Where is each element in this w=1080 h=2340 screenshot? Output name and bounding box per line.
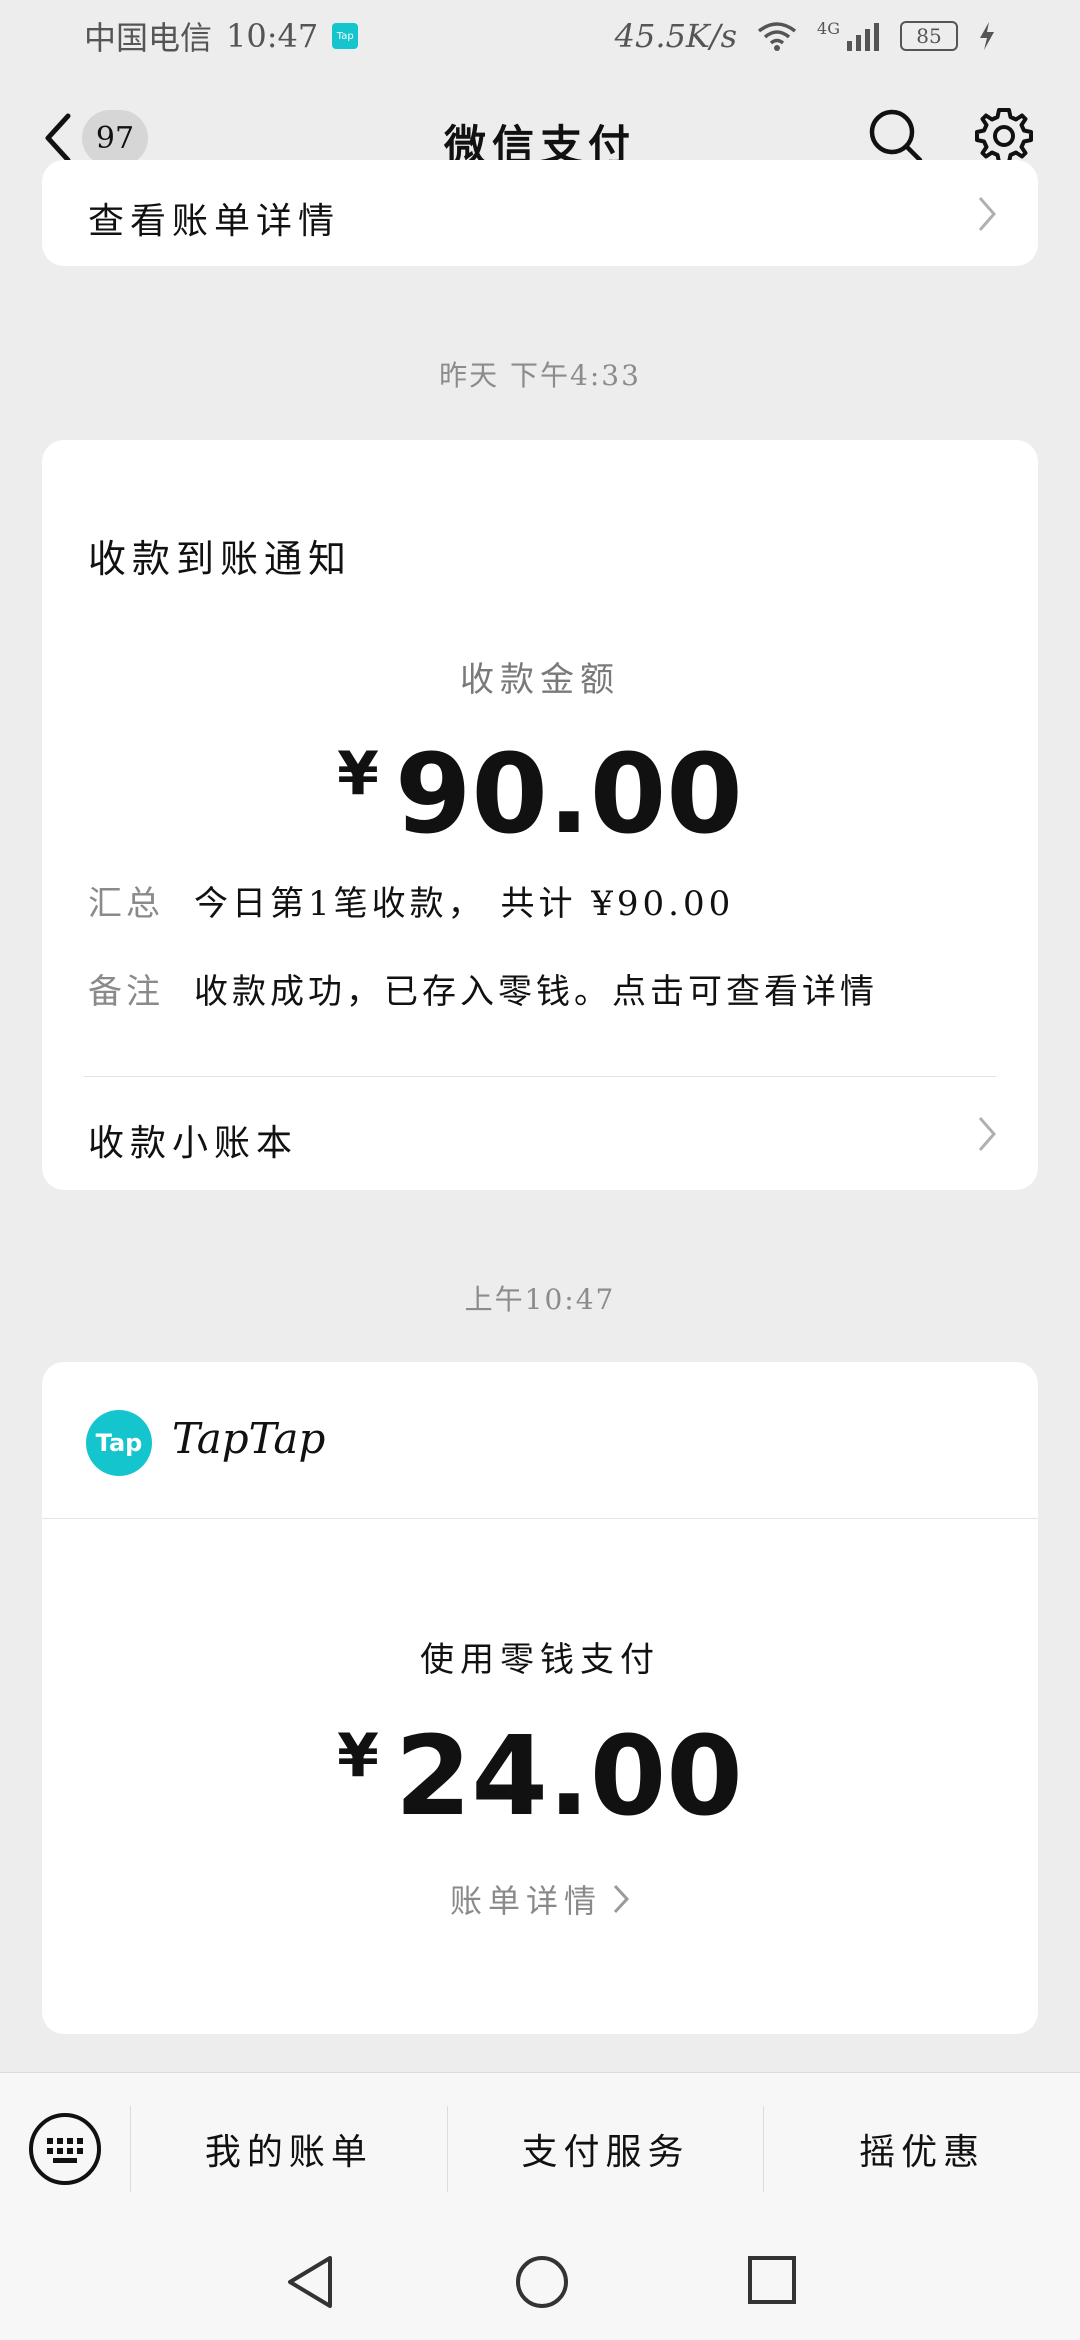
chevron-right-icon <box>978 197 996 231</box>
chevron-right-icon <box>613 1884 630 1914</box>
card-title: 收款到账通知 <box>88 537 353 581</box>
ledger-label: 收款小账本 <box>88 1123 299 1164</box>
previous-message-card[interactable]: 查看账单详情 <box>42 160 1038 266</box>
wifi-icon <box>757 22 797 51</box>
currency-symbol: ¥ <box>337 739 379 809</box>
chevron-right-icon <box>978 1117 996 1151</box>
amount-label: 收款金额 <box>460 660 620 700</box>
nav-recents-icon[interactable] <box>746 2254 798 2306</box>
message-timestamp: 昨天 下午4:33 <box>439 359 641 392</box>
note-value: 收款成功，已存入零钱。点击可查看详情 <box>194 972 878 1012</box>
signal-icon <box>847 23 879 51</box>
network-type-text: 4G <box>817 18 840 38</box>
taptap-notification-icon: Tap <box>332 23 359 49</box>
summary-row: 汇总 今日第1笔收款， 共计 ¥90.00 <box>88 876 734 925</box>
system-nav-bar <box>0 2224 1080 2340</box>
summary-key: 汇总 <box>88 884 164 924</box>
divider <box>42 1518 1038 1519</box>
search-icon <box>869 109 923 163</box>
charging-icon <box>980 22 994 50</box>
view-bill-detail-link: 查看账单详情 <box>88 201 341 242</box>
paid-amount: ¥24.00 <box>42 1712 1038 1840</box>
divider <box>84 1076 996 1077</box>
carrier-text: 中国电信 <box>84 19 213 57</box>
merchant-name: TapTap <box>172 1414 326 1463</box>
bill-detail-label: 账单详情 <box>449 1882 602 1920</box>
keyboard-icon <box>29 2112 101 2185</box>
taptap-logo-icon: Tap <box>86 1410 152 1476</box>
menu-payment-services[interactable]: 支付服务 <box>448 2123 764 2175</box>
currency-symbol: ¥ <box>337 1721 379 1791</box>
gear-icon <box>975 108 1033 164</box>
summary-value: 今日第1笔收款， 共计 ¥90.00 <box>194 884 735 924</box>
keyboard-toggle-button[interactable] <box>0 2073 130 2224</box>
menu-my-bills[interactable]: 我的账单 <box>131 2123 447 2175</box>
ledger-link[interactable]: 收款小账本 <box>88 1114 1038 1166</box>
amount-value: 24.00 <box>394 1712 743 1840</box>
battery-indicator: 85 <box>900 21 958 51</box>
note-row: 备注 收款成功，已存入零钱。点击可查看详情 <box>88 964 878 1013</box>
note-key: 备注 <box>88 972 164 1012</box>
payment-received-card[interactable]: 收款到账通知 收款金额 ¥90.00 汇总 今日第1笔收款， 共计 ¥90.00… <box>42 440 1038 1190</box>
received-amount: ¥90.00 <box>42 730 1038 858</box>
payment-card[interactable]: Tap TapTap 使用零钱支付 ¥24.00 账单详情 <box>42 1362 1038 2034</box>
amount-value: 90.00 <box>394 730 743 858</box>
bill-detail-link[interactable]: 账单详情 <box>42 1876 1038 1922</box>
nav-back-icon[interactable] <box>282 2252 338 2312</box>
status-right: 45.5K/s 4G 85 <box>615 17 996 55</box>
status-bar: 中国电信 10:47 Tap 45.5K/s 4G 85 <box>0 0 1080 72</box>
net-speed-text: 45.5K/s <box>614 17 738 55</box>
bottom-menu: 我的账单 支付服务 摇优惠 <box>0 2072 1080 2224</box>
status-left: 中国电信 10:47 Tap <box>84 13 359 59</box>
payment-method: 使用零钱支付 <box>420 1640 660 1680</box>
clock-text: 10:47 <box>226 17 319 55</box>
menu-shake-discounts[interactable]: 摇优惠 <box>764 2123 1080 2175</box>
nav-home-icon[interactable] <box>514 2254 570 2310</box>
message-timestamp: 上午10:47 <box>464 1283 616 1316</box>
